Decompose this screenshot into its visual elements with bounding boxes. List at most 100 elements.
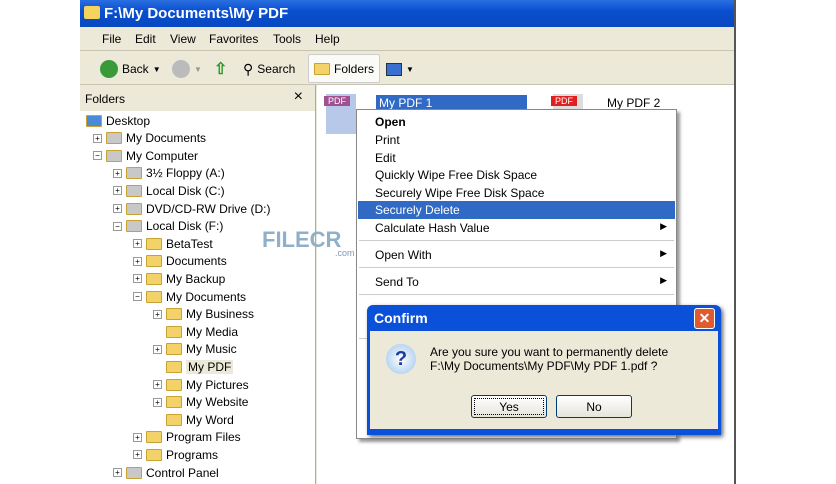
- folder-icon: [166, 360, 182, 373]
- tree-item-label: My Documents: [166, 289, 247, 304]
- search-label: Search: [257, 62, 296, 76]
- menu-item-send-to[interactable]: Send To ▶: [358, 273, 675, 291]
- watermark-text: FILECR: [262, 227, 342, 252]
- menu-view[interactable]: View: [170, 32, 196, 46]
- tree-item-label: Documents: [166, 254, 227, 269]
- toolbar: Back ▼ ▼ ⇧ ⚲ Search Folders ▼: [80, 51, 734, 85]
- expand-toggle[interactable]: +: [133, 432, 142, 442]
- dropdown-icon: ▼: [406, 64, 414, 74]
- menu-item-print[interactable]: Print: [358, 131, 675, 149]
- confirm-dialog: Confirm ✕ ? Are you sure you want to per…: [367, 305, 721, 435]
- tree-item-label: Local Disk (F:): [146, 219, 224, 234]
- tree-item[interactable]: + Documents: [133, 253, 227, 270]
- expand-toggle[interactable]: +: [153, 380, 162, 389]
- tree-item[interactable]: + Control Panel: [113, 464, 219, 481]
- expand-toggle[interactable]: −: [113, 221, 122, 231]
- expand-toggle[interactable]: +: [93, 133, 102, 143]
- expand-toggle[interactable]: +: [113, 468, 122, 477]
- tree-item-label: BetaTest: [166, 236, 213, 251]
- views-button[interactable]: ▼: [386, 57, 414, 81]
- folders-pane-title: Folders: [85, 92, 126, 106]
- dialog-title: Confirm: [374, 310, 428, 326]
- tree-item-label: My Pictures: [186, 377, 249, 392]
- menu-item-open[interactable]: Open: [358, 113, 675, 131]
- tree-item[interactable]: My Word: [153, 411, 234, 428]
- tree-item[interactable]: + My Backup: [133, 270, 225, 287]
- expand-toggle[interactable]: +: [133, 239, 142, 249]
- submenu-arrow-icon: ▶: [660, 275, 667, 285]
- forward-arrow-icon: [172, 60, 190, 78]
- menu-separator: [359, 267, 674, 268]
- menu-edit[interactable]: Edit: [135, 32, 156, 46]
- menu-item-open-with[interactable]: Open With ▶: [358, 246, 675, 264]
- menu-separator: [359, 240, 674, 241]
- back-button[interactable]: Back ▼: [100, 57, 161, 81]
- expand-toggle[interactable]: +: [113, 204, 122, 213]
- dialog-message-line2: F:\My Documents\My PDF\My PDF 1.pdf ?: [430, 359, 658, 373]
- folders-button[interactable]: Folders: [308, 54, 381, 83]
- back-arrow-icon: [100, 60, 118, 78]
- drive-icon: [126, 202, 142, 215]
- menu-item-calculate-hash-value[interactable]: Calculate Hash Value ▶: [358, 219, 675, 237]
- dialog-message: Are you sure you want to permanently del…: [430, 345, 668, 373]
- menu-item-securely-wipe-free-disk-space[interactable]: Securely Wipe Free Disk Space: [358, 184, 675, 202]
- menu-help[interactable]: Help: [315, 32, 340, 46]
- views-icon: [386, 62, 402, 76]
- tree-item[interactable]: Desktop: [86, 112, 150, 129]
- folders-label: Folders: [334, 61, 375, 76]
- expand-toggle[interactable]: +: [153, 397, 162, 407]
- yes-button[interactable]: Yes: [471, 395, 547, 418]
- tree-item[interactable]: + BetaTest: [133, 235, 213, 252]
- tree-item[interactable]: + Local Disk (C:): [113, 182, 225, 199]
- tree-item-label: My PDF: [186, 359, 234, 374]
- expand-toggle[interactable]: +: [133, 256, 142, 266]
- menu-item-label: Open With: [375, 248, 432, 262]
- expand-toggle[interactable]: −: [93, 151, 102, 161]
- tree-item-label: Control Panel: [146, 465, 219, 480]
- close-pane-button[interactable]: ×: [294, 88, 303, 106]
- tree-item-label: Local Disk (C:): [146, 183, 225, 198]
- up-button[interactable]: ⇧: [214, 57, 227, 81]
- tree-item[interactable]: − My Documents: [133, 288, 246, 305]
- tree-item[interactable]: + Programs: [133, 446, 218, 463]
- no-button[interactable]: No: [556, 395, 632, 418]
- expand-toggle[interactable]: +: [113, 168, 122, 178]
- folder-icon: [166, 325, 182, 338]
- menu-file[interactable]: File: [102, 32, 121, 46]
- menu-item-edit[interactable]: Edit: [358, 149, 675, 167]
- forward-button[interactable]: ▼: [172, 57, 202, 81]
- folder-icon: [146, 431, 162, 444]
- tree-item[interactable]: + My Pictures: [153, 376, 249, 393]
- tree-item[interactable]: + My Documents: [93, 130, 206, 147]
- tree-item[interactable]: My PDF: [153, 358, 234, 375]
- expand-toggle[interactable]: +: [153, 309, 162, 319]
- expand-toggle[interactable]: +: [113, 186, 122, 196]
- tree-item[interactable]: + My Music: [153, 341, 237, 358]
- menu-tools[interactable]: Tools: [273, 32, 301, 46]
- tree-item[interactable]: + DVD/CD-RW Drive (D:): [113, 200, 270, 217]
- tree-item[interactable]: + Program Files: [133, 429, 241, 446]
- expand-toggle[interactable]: −: [133, 292, 142, 301]
- search-button[interactable]: ⚲ Search: [243, 57, 295, 81]
- expand-toggle[interactable]: +: [133, 274, 142, 284]
- menu-favorites[interactable]: Favorites: [209, 32, 258, 46]
- tree-item[interactable]: + My Website: [153, 394, 248, 411]
- expand-toggle[interactable]: +: [153, 344, 162, 354]
- dropdown-icon: ▼: [152, 64, 161, 74]
- expand-toggle[interactable]: +: [133, 450, 142, 460]
- menu-bar: File Edit View Favorites Tools Help: [80, 27, 734, 51]
- tree-item[interactable]: − Local Disk (F:): [113, 218, 223, 235]
- tree-item[interactable]: + My Business: [153, 306, 254, 323]
- tree-item[interactable]: My Media: [153, 323, 238, 340]
- tree-item[interactable]: +3½ Floppy (A:): [113, 165, 225, 182]
- tree-item-label: My Business: [186, 307, 255, 322]
- drive-icon: [106, 149, 122, 162]
- menu-item-securely-delete[interactable]: Securely Delete: [358, 201, 675, 219]
- title-bar: F:\My Documents\My PDF: [80, 0, 734, 27]
- tree-item[interactable]: − My Computer: [93, 147, 198, 164]
- drive-icon: [106, 132, 122, 145]
- dialog-close-button[interactable]: ✕: [694, 308, 715, 329]
- tree-item-label: 3½ Floppy (A:): [146, 166, 225, 181]
- pdf-badge: PDF: [551, 96, 577, 106]
- menu-item-quickly-wipe-free-disk-space[interactable]: Quickly Wipe Free Disk Space: [358, 166, 675, 184]
